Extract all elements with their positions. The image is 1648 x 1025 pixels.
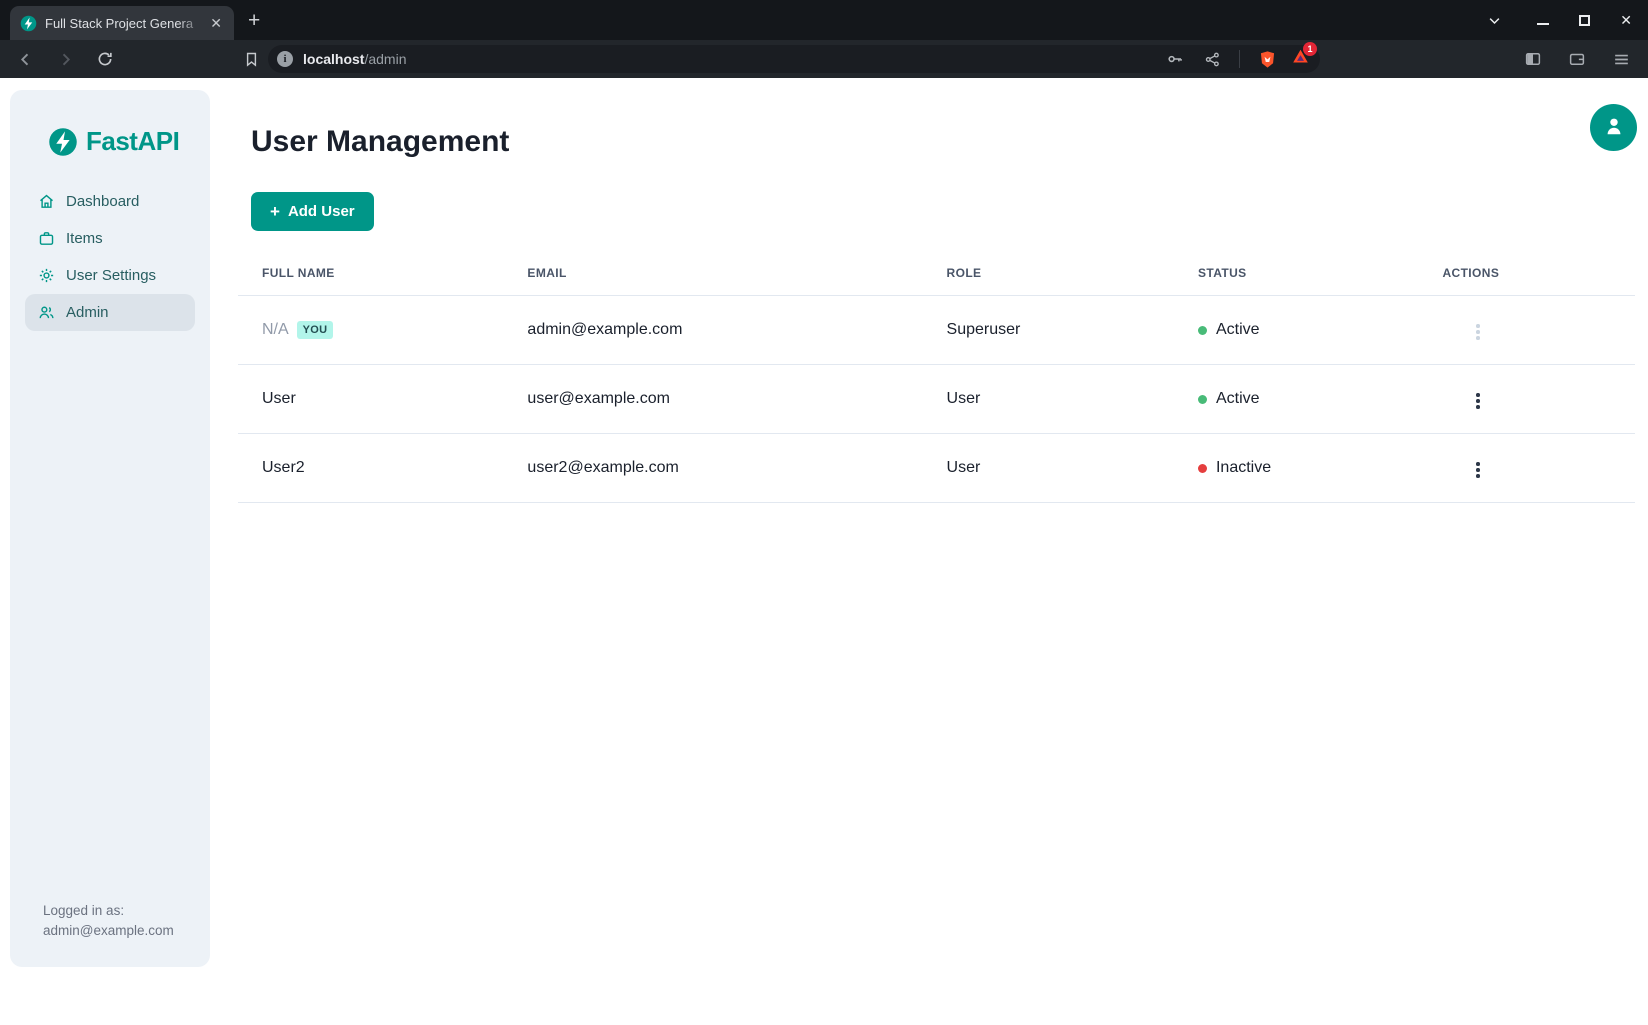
plus-icon: + xyxy=(270,203,280,220)
sidebar-item-user-settings[interactable]: User Settings xyxy=(25,257,195,294)
sidebar-item-items[interactable]: Items xyxy=(25,220,195,257)
add-user-label: Add User xyxy=(288,203,355,220)
admin-page: FastAPI Dashboard Items User Settings xyxy=(0,78,1648,1025)
cell-email: user@example.com xyxy=(503,365,922,434)
cell-actions xyxy=(1418,365,1635,434)
main-content: User Management + Add User FULL NAME EMA… xyxy=(210,78,1648,1025)
sidebar-item-label: User Settings xyxy=(66,267,156,284)
logged-in-info: Logged in as: admin@example.com xyxy=(43,901,174,942)
cell-email: admin@example.com xyxy=(503,296,922,365)
password-key-icon[interactable] xyxy=(1162,46,1188,72)
row-actions-menu-icon xyxy=(1458,318,1498,346)
table-row: N/A YOU admin@example.com Superuser Activ… xyxy=(238,296,1635,365)
back-button[interactable] xyxy=(12,46,38,72)
status-dot-active xyxy=(1198,326,1207,335)
col-header-status: STATUS xyxy=(1174,254,1418,296)
cell-status: Active xyxy=(1174,365,1418,434)
sidebar-item-admin[interactable]: Admin xyxy=(25,294,195,331)
sidebar-item-label: Items xyxy=(66,230,103,247)
site-info-icon[interactable]: i xyxy=(277,51,293,67)
row-actions-menu-icon[interactable] xyxy=(1458,456,1498,484)
col-header-actions: ACTIONS xyxy=(1418,254,1635,296)
divider xyxy=(1239,50,1240,68)
reload-button[interactable] xyxy=(92,46,118,72)
table-header-row: FULL NAME EMAIL ROLE STATUS ACTIONS xyxy=(238,254,1635,296)
cell-full-name: N/A YOU xyxy=(238,296,503,365)
full-name-value: N/A xyxy=(262,321,289,338)
brave-shield-icon[interactable] xyxy=(1254,46,1280,72)
browser-toolbar: i localhost/admin 1 xyxy=(0,40,1648,78)
cell-status: Inactive xyxy=(1174,434,1418,503)
tab-title: Full Stack Project Genera xyxy=(45,16,206,31)
logo-text: FastAPI xyxy=(86,126,179,157)
col-header-email: EMAIL xyxy=(503,254,922,296)
status-label: Inactive xyxy=(1216,459,1271,477)
sidebar-item-label: Dashboard xyxy=(66,193,139,210)
bookmark-icon[interactable] xyxy=(238,46,264,72)
cell-actions xyxy=(1418,434,1635,503)
menu-hamburger-icon[interactable] xyxy=(1608,46,1634,72)
gear-icon xyxy=(38,267,55,284)
users-table: FULL NAME EMAIL ROLE STATUS ACTIONS N/A Y… xyxy=(238,254,1635,503)
row-actions-menu-icon[interactable] xyxy=(1458,387,1498,415)
cell-status: Active xyxy=(1174,296,1418,365)
browser-tab[interactable]: Full Stack Project Genera ✕ xyxy=(10,6,234,40)
table-row: User user@example.com User Active xyxy=(238,365,1635,434)
fastapi-bolt-icon xyxy=(48,127,78,157)
cell-full-name: User xyxy=(238,365,503,434)
forward-button[interactable] xyxy=(52,46,78,72)
users-icon xyxy=(38,304,55,321)
cell-actions xyxy=(1418,296,1635,365)
col-header-role: ROLE xyxy=(923,254,1174,296)
window-close-button[interactable]: ✕ xyxy=(1620,12,1632,29)
user-avatar-button[interactable] xyxy=(1590,104,1637,151)
col-header-full-name: FULL NAME xyxy=(238,254,503,296)
new-tab-button[interactable]: + xyxy=(248,9,260,33)
home-icon xyxy=(38,193,55,210)
share-icon[interactable] xyxy=(1199,46,1225,72)
address-bar[interactable]: i localhost/admin 1 xyxy=(268,45,1320,73)
cell-role: User xyxy=(923,365,1174,434)
url-path: /admin xyxy=(364,51,406,67)
user-avatar-icon xyxy=(1602,114,1626,141)
status-label: Active xyxy=(1216,321,1260,339)
wallet-icon[interactable] xyxy=(1564,46,1590,72)
brave-rewards-icon[interactable]: 1 xyxy=(1291,47,1310,71)
url-text[interactable]: localhost/admin xyxy=(303,51,1162,67)
cell-email: user2@example.com xyxy=(503,434,922,503)
cell-role: User xyxy=(923,434,1174,503)
tab-search-chevron-icon[interactable] xyxy=(1481,7,1507,33)
status-dot-active xyxy=(1198,395,1207,404)
sidebar: FastAPI Dashboard Items User Settings xyxy=(10,90,210,967)
fastapi-favicon-bolt-icon xyxy=(20,15,37,32)
rewards-count-badge: 1 xyxy=(1303,42,1317,56)
url-host: localhost xyxy=(303,51,364,67)
page-title: User Management xyxy=(251,125,1635,159)
add-user-button[interactable]: + Add User xyxy=(251,192,374,231)
tab-close-icon[interactable]: ✕ xyxy=(206,14,226,32)
sidebar-item-label: Admin xyxy=(66,304,109,321)
logged-in-label: Logged in as: xyxy=(43,901,174,921)
you-badge: YOU xyxy=(297,321,334,339)
table-row: User2 user2@example.com User Inactive xyxy=(238,434,1635,503)
status-dot-inactive xyxy=(1198,464,1207,473)
browser-tab-bar: Full Stack Project Genera ✕ + ✕ xyxy=(0,0,1648,40)
briefcase-icon xyxy=(38,230,55,247)
sidebar-panel-icon[interactable] xyxy=(1520,46,1546,72)
logged-in-email: admin@example.com xyxy=(43,921,174,941)
window-minimize-button[interactable] xyxy=(1537,23,1549,25)
fastapi-logo: FastAPI xyxy=(10,126,210,157)
status-label: Active xyxy=(1216,390,1260,408)
window-maximize-button[interactable] xyxy=(1579,15,1590,26)
sidebar-item-dashboard[interactable]: Dashboard xyxy=(25,183,195,220)
cell-role: Superuser xyxy=(923,296,1174,365)
sidebar-nav: Dashboard Items User Settings Admin xyxy=(10,183,210,331)
cell-full-name: User2 xyxy=(238,434,503,503)
